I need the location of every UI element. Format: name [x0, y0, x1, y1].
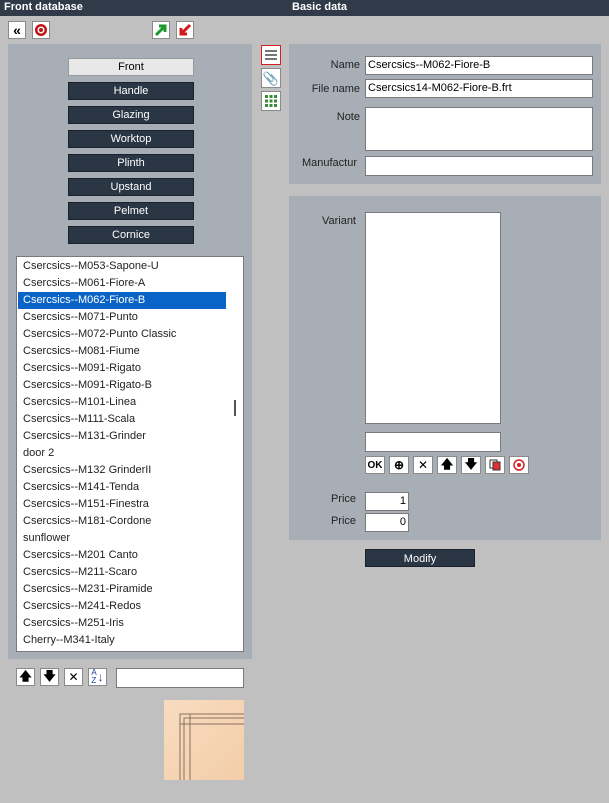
list-item[interactable]: Cherry--M341-Italy: [18, 632, 226, 649]
basic-data-title: Basic data: [292, 1, 348, 13]
category-front-button[interactable]: Front: [68, 58, 194, 76]
title-bar: Front database Basic data: [0, 0, 609, 16]
price-label-2: Price: [330, 515, 356, 527]
note-textarea[interactable]: [365, 107, 593, 151]
price-input-2[interactable]: 0: [365, 513, 409, 532]
category-handle-button[interactable]: Handle: [68, 82, 194, 100]
export-button[interactable]: [152, 21, 170, 39]
name-input[interactable]: Csercsics--M062-Fiore-B: [365, 56, 593, 75]
help-button[interactable]: [32, 21, 50, 39]
arrow-down-icon: 🡇: [43, 668, 56, 683]
list-item[interactable]: Csercsics--M053-Sapone-U: [18, 258, 226, 275]
filename-label: File name: [311, 83, 360, 95]
list-item[interactable]: Csercsics--M251-Iris: [18, 615, 226, 632]
list-item[interactable]: Csercsics--M141-Tenda: [18, 479, 226, 496]
basic-data-panel: Name Csercsics--M062-Fiore-B File name C…: [289, 44, 601, 184]
variant-copy-button[interactable]: [485, 456, 505, 474]
list-lines-icon: [265, 50, 277, 60]
price-input-1[interactable]: 1: [365, 492, 409, 511]
double-chevron-left-icon: «: [13, 22, 21, 38]
list-item[interactable]: Csercsics--M201 Canto: [18, 547, 226, 564]
list-item[interactable]: Csercsics--M132 GrinderII: [18, 462, 226, 479]
move-up-button[interactable]: 🡅: [16, 668, 35, 686]
red-arrow-down-left-icon: [179, 23, 192, 36]
front-database-title: Front database: [4, 1, 83, 13]
modify-button[interactable]: Modify: [365, 549, 475, 567]
category-cornice-button[interactable]: Cornice: [68, 226, 194, 244]
category-plinth-button[interactable]: Plinth: [68, 154, 194, 172]
list-item[interactable]: Csercsics--M131-Grinder: [18, 428, 226, 445]
variant-ok-button[interactable]: OK: [365, 456, 385, 474]
list-item[interactable]: Csercsics--M241-Redos: [18, 598, 226, 615]
category-upstand-button[interactable]: Upstand: [68, 178, 194, 196]
manufacturer-label: Manufactur: [301, 157, 357, 169]
target-icon: [513, 459, 525, 471]
variant-down-button[interactable]: 🡇: [461, 456, 481, 474]
list-search-input[interactable]: [116, 668, 244, 688]
list-item[interactable]: Csercsics--M211-Scaro: [18, 564, 226, 581]
list-item[interactable]: sunflower: [18, 530, 226, 547]
variant-panel: Variant OK ⊕ ✕ 🡅 🡇 Price 1 Price 0: [289, 196, 601, 540]
lifebuoy-icon: [35, 24, 47, 36]
list-item[interactable]: Csercsics--M071-Punto: [18, 309, 226, 326]
list-item[interactable]: Csercsics--M091-Rigato-B: [18, 377, 226, 394]
plus-circle-icon: ⊕: [393, 458, 405, 472]
back-button[interactable]: «: [8, 21, 26, 39]
variant-target-button[interactable]: [509, 456, 529, 474]
list-scrollbar-thumb[interactable]: [234, 400, 236, 416]
tab-attachments[interactable]: 📎: [261, 68, 281, 88]
list-item[interactable]: Csercsics--M081-Fiume: [18, 343, 226, 360]
sort-z-label: Z: [91, 676, 97, 685]
ok-label: OK: [367, 459, 383, 471]
manufacturer-input[interactable]: [365, 156, 593, 176]
list-item[interactable]: Csercsics--M111-Scala: [18, 411, 226, 428]
list-item[interactable]: Csercsics--M091-Rigato: [18, 360, 226, 377]
category-pelmet-button[interactable]: Pelmet: [68, 202, 194, 220]
variant-list[interactable]: [365, 212, 501, 424]
list-item[interactable]: Csercsics--M151-Finestra: [18, 496, 226, 513]
variant-label: Variant: [321, 215, 356, 227]
arrow-up-icon: 🡅: [440, 456, 454, 471]
close-icon: ✕: [417, 458, 429, 472]
tab-grid[interactable]: [261, 91, 281, 111]
name-label: Name: [330, 59, 360, 71]
front-list[interactable]: Csercsics--M053-Sapone-U Csercsics--M061…: [16, 256, 244, 652]
sort-az-icon: A Z ↓: [91, 668, 104, 685]
variant-name-input[interactable]: [365, 432, 501, 452]
list-item[interactable]: door 2: [18, 445, 226, 462]
list-item[interactable]: Csercsics--M231-Piramide: [18, 581, 226, 598]
list-item[interactable]: Csercsics--M181-Cordone: [18, 513, 226, 530]
paperclip-icon: 📎: [262, 70, 280, 86]
door-corner-pattern-icon: [179, 713, 244, 780]
variant-add-button[interactable]: ⊕: [389, 456, 409, 474]
category-worktop-button[interactable]: Worktop: [68, 130, 194, 148]
variant-up-button[interactable]: 🡅: [437, 456, 457, 474]
copy-icon: [489, 459, 501, 471]
tab-basic-data[interactable]: [261, 45, 281, 65]
close-icon: ✕: [68, 670, 79, 684]
front-preview-image: [164, 700, 244, 780]
list-item[interactable]: Csercsics--M072-Punto Classic: [18, 326, 226, 343]
note-label: Note: [336, 111, 360, 123]
sort-alpha-button[interactable]: A Z ↓: [88, 668, 107, 686]
green-arrow-up-right-icon: [154, 24, 167, 37]
delete-item-button[interactable]: ✕: [64, 668, 83, 686]
arrow-up-icon: 🡅: [19, 668, 32, 683]
category-glazing-button[interactable]: Glazing: [68, 106, 194, 124]
move-down-button[interactable]: 🡇: [40, 668, 59, 686]
filename-input[interactable]: Csercsics14-M062-Fiore-B.frt: [365, 79, 593, 98]
arrow-down-icon: 🡇: [464, 456, 478, 471]
price-label-1: Price: [330, 493, 356, 505]
grid-icon: [265, 95, 277, 107]
list-item[interactable]: Csercsics--M061-Fiore-A: [18, 275, 226, 292]
import-button[interactable]: [176, 21, 194, 39]
variant-delete-button[interactable]: ✕: [413, 456, 433, 474]
list-item-selected[interactable]: Csercsics--M062-Fiore-B: [18, 292, 226, 309]
list-item[interactable]: Csercsics--M101-Linea: [18, 394, 226, 411]
